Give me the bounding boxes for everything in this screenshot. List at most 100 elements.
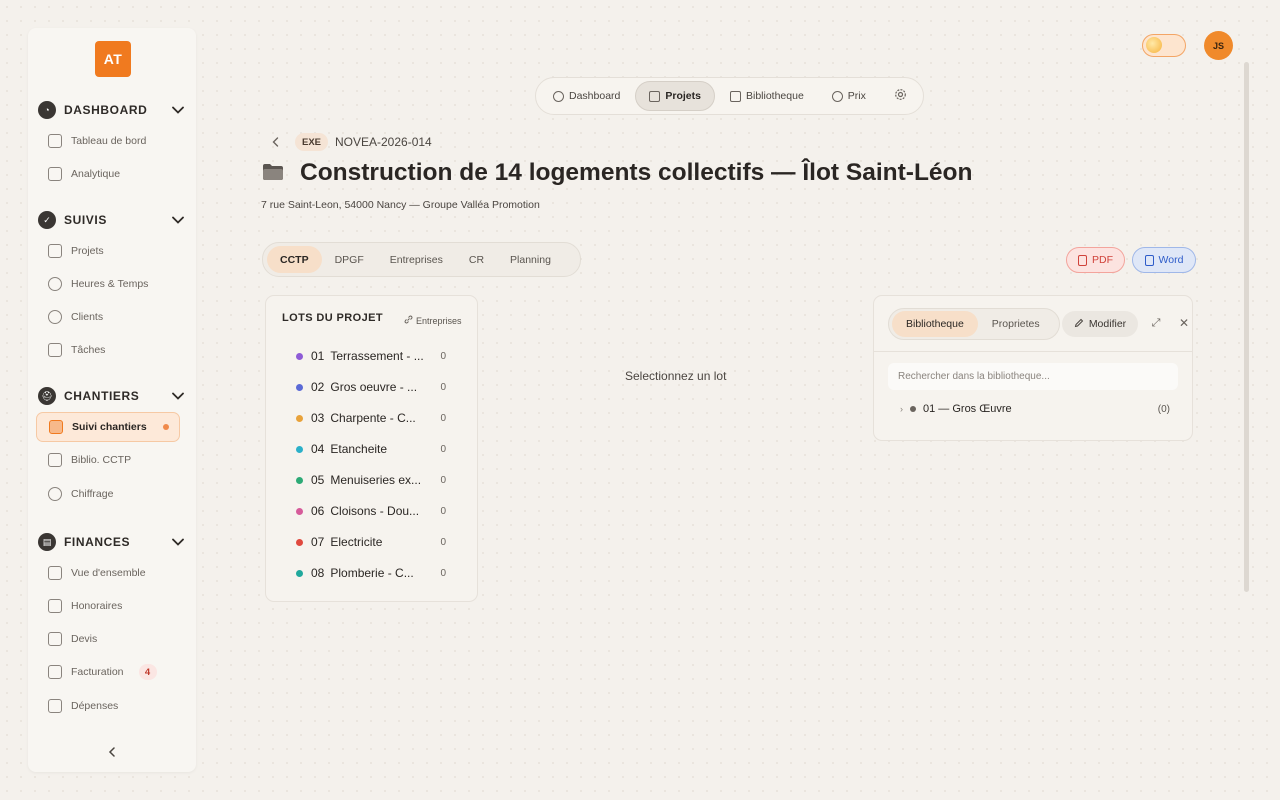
close-icon[interactable]: ✕	[1178, 316, 1190, 330]
lot-item[interactable]: 04 Etancheite 0	[296, 440, 446, 458]
sidebar-item-suivi-chantiers[interactable]: Suivi chantiers	[36, 412, 180, 442]
entreprises-link-label: Entreprises	[416, 315, 462, 326]
sidebar-item-clients[interactable]: Clients	[36, 302, 180, 332]
tab-cctp[interactable]: CCTP	[267, 246, 322, 273]
lot-number: 08	[311, 566, 325, 580]
lot-name: Gros oeuvre - ...	[330, 380, 418, 394]
sidebar-item-vue-ensemble[interactable]: Vue d'ensemble	[36, 558, 180, 588]
sidebar-item-honoraires[interactable]: Honoraires	[36, 591, 180, 621]
document-icon	[48, 453, 62, 467]
section-suivis[interactable]: ✓ SUIVIS	[38, 209, 186, 231]
topnav-bibliotheque[interactable]: Bibliotheque	[717, 81, 817, 111]
sidebar-item-label: Facturation	[71, 666, 124, 678]
wallet-icon: ▤	[38, 533, 56, 551]
topnav-settings[interactable]	[881, 81, 920, 111]
sidebar-item-facturation[interactable]: Facturation 4	[36, 657, 180, 687]
project-address: 7 rue Saint-Leon, 54000 Nancy — Groupe V…	[261, 199, 540, 211]
sidebar-item-label: Honoraires	[71, 600, 123, 612]
gear-icon	[894, 88, 907, 104]
home-icon	[553, 90, 564, 102]
modifier-button[interactable]: Modifier	[1062, 311, 1138, 337]
tree-item-count: (0)	[1157, 403, 1170, 415]
app-logo[interactable]: AT	[95, 41, 131, 77]
section-chantiers[interactable]: ⛑ CHANTIERS	[38, 385, 186, 407]
gauge-icon: ◔	[38, 101, 56, 119]
lot-name: Charpente - C...	[330, 411, 416, 425]
sidebar-item-taches[interactable]: Tâches	[36, 335, 180, 365]
entreprises-link[interactable]: Entreprises	[404, 315, 462, 326]
tab-bibliotheque[interactable]: Bibliotheque	[892, 311, 978, 337]
sidebar-item-projets[interactable]: Projets	[36, 236, 180, 266]
avatar[interactable]: JS	[1204, 31, 1233, 60]
sidebar-item-label: Chiffrage	[71, 488, 114, 500]
section-label: SUIVIS	[64, 213, 107, 227]
document-icon	[1144, 254, 1154, 266]
empty-state-message: Selectionnez un lot	[625, 369, 727, 383]
chevron-down-icon	[170, 388, 186, 404]
topnav-label: Projets	[665, 90, 701, 102]
lot-color-dot	[296, 414, 303, 422]
topnav-dashboard[interactable]: Dashboard	[540, 81, 633, 111]
clock-icon	[48, 277, 62, 291]
sidebar-item-label: Heures & Temps	[71, 278, 149, 290]
lot-item[interactable]: 01 Terrassement - ... 0	[296, 347, 446, 365]
lot-item[interactable]: 03 Charpente - C... 0	[296, 409, 446, 427]
lot-item[interactable]: 05 Menuiseries ex... 0	[296, 471, 446, 489]
theme-toggle[interactable]	[1142, 34, 1186, 57]
lot-item[interactable]: 07 Electricite 0	[296, 533, 446, 551]
chevron-left-icon[interactable]	[104, 744, 120, 760]
count-badge: 4	[138, 664, 157, 680]
lot-number: 01	[311, 349, 325, 363]
scrollbar[interactable]	[1244, 62, 1249, 592]
sidebar-item-devis[interactable]: Devis	[36, 624, 180, 654]
sidebar-item-tableau-de-bord[interactable]: Tableau de bord	[36, 126, 180, 156]
expand-icon[interactable]: ⤢	[1150, 317, 1162, 329]
section-label: CHANTIERS	[64, 389, 140, 403]
sidebar-item-depenses[interactable]: Dépenses	[36, 691, 180, 721]
sidebar-item-label: Projets	[71, 245, 104, 257]
building-icon	[49, 420, 63, 434]
section-label: FINANCES	[64, 535, 131, 549]
chevron-down-icon	[170, 534, 186, 550]
lot-item[interactable]: 08 Plomberie - C... 0	[296, 564, 446, 582]
tab-planning[interactable]: Planning	[497, 246, 564, 273]
book-icon	[729, 90, 741, 102]
sidebar-item-analytique[interactable]: Analytique	[36, 159, 180, 189]
sidebar-item-heures[interactable]: Heures & Temps	[36, 269, 180, 299]
lot-count: 0	[440, 474, 446, 486]
section-dashboard[interactable]: ◔ DASHBOARD	[38, 99, 186, 121]
lots-panel: LOTS DU PROJET Entreprises 01 Terrassemen…	[265, 295, 478, 602]
sidebar-item-biblio-cctp[interactable]: Biblio. CCTP	[36, 445, 180, 475]
topnav-projets[interactable]: Projets	[635, 81, 715, 111]
lot-count: 0	[440, 536, 446, 548]
section-finances[interactable]: ▤ FINANCES	[38, 531, 186, 553]
lot-count: 0	[440, 412, 446, 424]
page-title: Construction de 14 logements collectifs …	[300, 159, 973, 186]
export-pdf-button[interactable]: PDF	[1066, 247, 1125, 273]
topnav-prix[interactable]: Prix	[819, 81, 879, 111]
lot-color-dot	[296, 507, 303, 515]
library-search-input[interactable]	[888, 363, 1178, 390]
tab-cr[interactable]: CR	[456, 246, 497, 273]
tab-proprietes[interactable]: Proprietes	[978, 311, 1054, 337]
lot-name: Terrassement - ...	[330, 349, 424, 363]
back-button[interactable]	[268, 135, 282, 149]
export-pdf-label: PDF	[1092, 254, 1113, 266]
sidebar-item-chiffrage[interactable]: Chiffrage	[36, 479, 180, 509]
library-tree-item[interactable]: › 01 — Gros Œuvre (0)	[900, 401, 1170, 417]
lot-item[interactable]: 06 Cloisons - Dou... 0	[296, 502, 446, 520]
export-word-button[interactable]: Word	[1132, 247, 1196, 273]
tab-dpgf[interactable]: DPGF	[322, 246, 377, 273]
tab-entreprises[interactable]: Entreprises	[377, 246, 456, 273]
home-icon	[48, 134, 62, 148]
sidebar-item-label: Suivi chantiers	[72, 421, 147, 433]
lot-count: 0	[440, 505, 446, 517]
phase-badge: EXE	[295, 133, 329, 151]
lot-count: 0	[440, 567, 446, 579]
coins-icon	[831, 90, 843, 102]
lot-item[interactable]: 02 Gros oeuvre - ... 0	[296, 378, 446, 396]
clipboard-icon	[48, 343, 62, 357]
users-icon	[48, 310, 62, 324]
lot-name: Plomberie - C...	[330, 566, 414, 580]
coins-icon	[48, 599, 62, 613]
